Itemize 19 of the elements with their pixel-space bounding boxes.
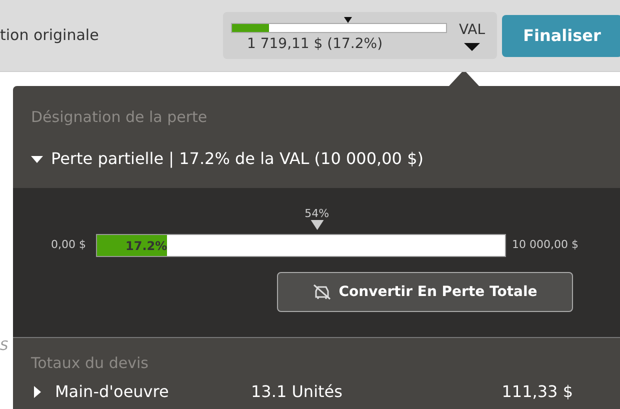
page-title: tion originale <box>0 25 100 46</box>
min-label: 0,00 $ <box>50 237 87 254</box>
threshold-label: 54% <box>304 207 330 220</box>
loss-toggle[interactable]: Perte partielle | 17.2% de la VAL (10 000,00 $) <box>31 146 424 170</box>
max-label: 10 000,00 $ <box>511 237 578 254</box>
section-title: Totaux du devis <box>31 353 150 374</box>
finalize-button[interactable]: Finaliser <box>502 14 620 56</box>
total-quantity: 13.1 Unités <box>251 380 344 402</box>
convert-button[interactable]: Convertir En Perte Totale <box>277 272 573 312</box>
section-title: Désignation de la perte <box>31 107 208 128</box>
background-text: S <box>0 338 8 356</box>
total-label: Main-d'oeuvre <box>55 380 170 402</box>
total-amount: 111,33 $ <box>502 380 574 402</box>
basis-dropdown[interactable]: VAL <box>455 16 489 55</box>
caret-icon[interactable] <box>31 386 43 398</box>
threshold-marker-icon <box>310 220 324 230</box>
caret-icon <box>464 43 480 51</box>
fill-label: 17.2% <box>126 238 168 254</box>
loss-amount: 1 719,11 $ (17.2%) <box>246 35 384 54</box>
